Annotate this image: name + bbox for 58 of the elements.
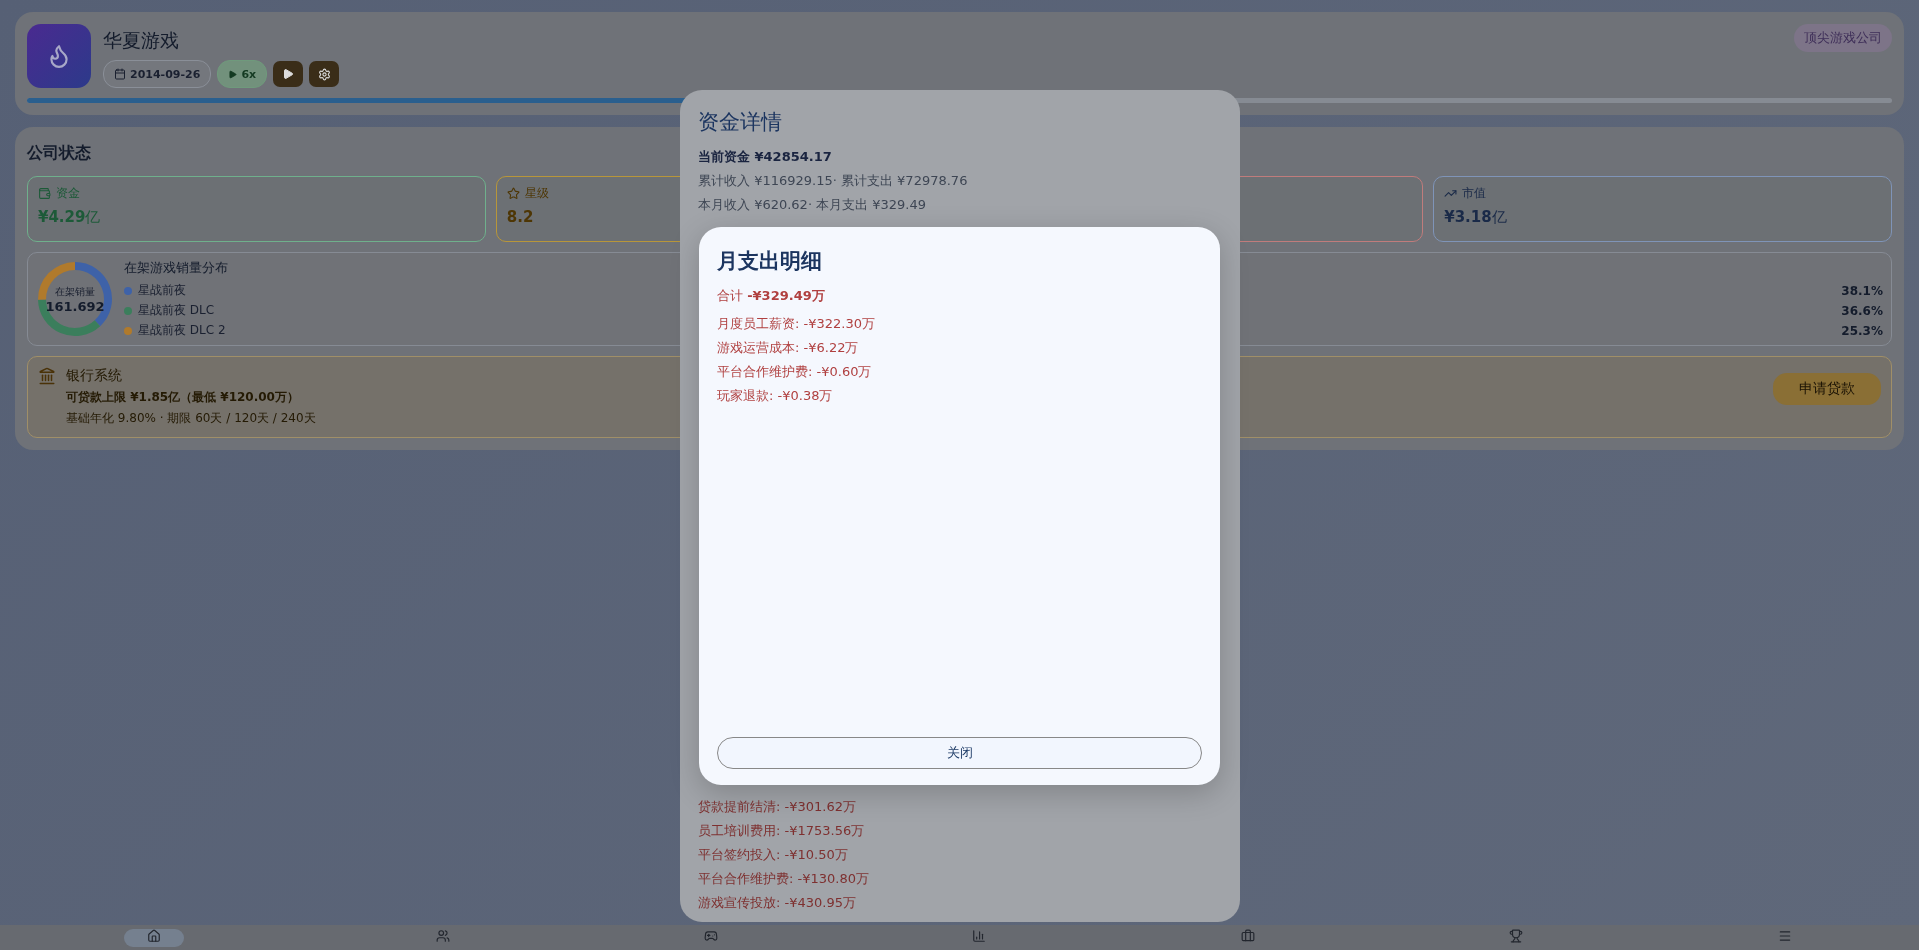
wallet-icon <box>38 187 51 200</box>
loan-limit: 可贷款上限 ¥1.85亿（最低 ¥120.00万） <box>66 389 299 406</box>
expense-line: 游戏运营成本: -¥6.22万 <box>717 339 859 357</box>
nav-icon[interactable] <box>1509 929 1524 943</box>
current-funds: 当前资金 ¥42854.17 <box>698 148 832 166</box>
nav-icon[interactable] <box>1240 929 1255 943</box>
expense-line: 平台合作维护费: -¥130.80万 <box>698 870 869 888</box>
stat-value: ¥3.18亿 <box>1444 208 1507 227</box>
modal-title: 月支出明细 <box>717 248 822 275</box>
expense-line: 贷款提前结清: -¥301.62万 <box>698 798 856 816</box>
loan-terms: 基础年化 9.80% · 期限 60天 / 120天 / 240天 <box>66 410 316 427</box>
settings-icon <box>317 67 331 81</box>
chart-title: 在架游戏销量分布 <box>124 259 228 277</box>
legend-label: 星战前夜 <box>138 282 186 299</box>
legend-label: 星战前夜 DLC 2 <box>138 322 226 339</box>
donut-value: 161.692 <box>45 298 105 314</box>
expense-line: 平台签约投入: -¥10.50万 <box>698 846 848 864</box>
expense-line: 平台合作维护费: -¥0.60万 <box>717 363 872 381</box>
play-icon <box>282 68 295 80</box>
settings-button[interactable] <box>309 61 340 87</box>
donut-label: 在架销量 <box>55 284 95 299</box>
funds-line: 本月收入 ¥620.62· 本月支出 ¥329.49 <box>698 196 927 214</box>
calendar-icon <box>114 68 126 80</box>
legend-percent: 25.3% <box>1841 323 1883 338</box>
stat-label: 资金 <box>56 185 80 202</box>
nav-icon[interactable] <box>435 929 450 943</box>
company-name: 华夏游戏 <box>103 28 179 53</box>
nav-icon[interactable] <box>972 929 987 943</box>
legend-percent: 38.1% <box>1841 283 1883 298</box>
bank-icon <box>38 367 56 385</box>
nav-icon[interactable] <box>704 929 719 943</box>
expense-line: 游戏宣传投放: -¥430.95万 <box>698 894 856 912</box>
expense-total: 合计 -¥329.49万 <box>717 287 825 305</box>
trend-icon <box>1444 187 1458 200</box>
expense-line: 月度员工薪资: -¥322.30万 <box>717 315 875 333</box>
nav-icon[interactable] <box>147 929 162 943</box>
expense-line: 员工培训费用: -¥1753.56万 <box>698 822 865 840</box>
legend-label: 星战前夜 DLC <box>138 302 215 319</box>
close-button[interactable]: 关闭 <box>717 737 1202 769</box>
flame-icon <box>27 24 91 88</box>
stat-label: 市值 <box>1462 185 1487 202</box>
stat-value: 8.2 <box>506 208 534 226</box>
stat-value: ¥4.29亿 <box>38 208 101 227</box>
funds-line: 累计收入 ¥116929.15· 累计支出 ¥72978.76 <box>698 172 968 190</box>
date-chip: 2014-09-26 <box>103 60 212 88</box>
bank-title: 银行系统 <box>66 367 122 385</box>
legend-percent: 36.6% <box>1841 303 1883 318</box>
apply-loan-button[interactable]: 申请贷款 <box>1773 373 1881 405</box>
expense-line: 玩家退款: -¥0.38万 <box>717 387 833 405</box>
stat-label: 星级 <box>524 185 549 202</box>
play-icon <box>228 69 238 79</box>
modal-title: 资金详情 <box>698 109 782 136</box>
rank-badge: 顶尖游戏公司 <box>1794 24 1892 52</box>
play-button[interactable] <box>273 61 304 87</box>
nav-icon[interactable] <box>1777 929 1792 943</box>
speed-chip[interactable]: 6x <box>217 60 268 88</box>
star-icon <box>506 187 520 200</box>
section-title: 公司状态 <box>27 143 91 164</box>
